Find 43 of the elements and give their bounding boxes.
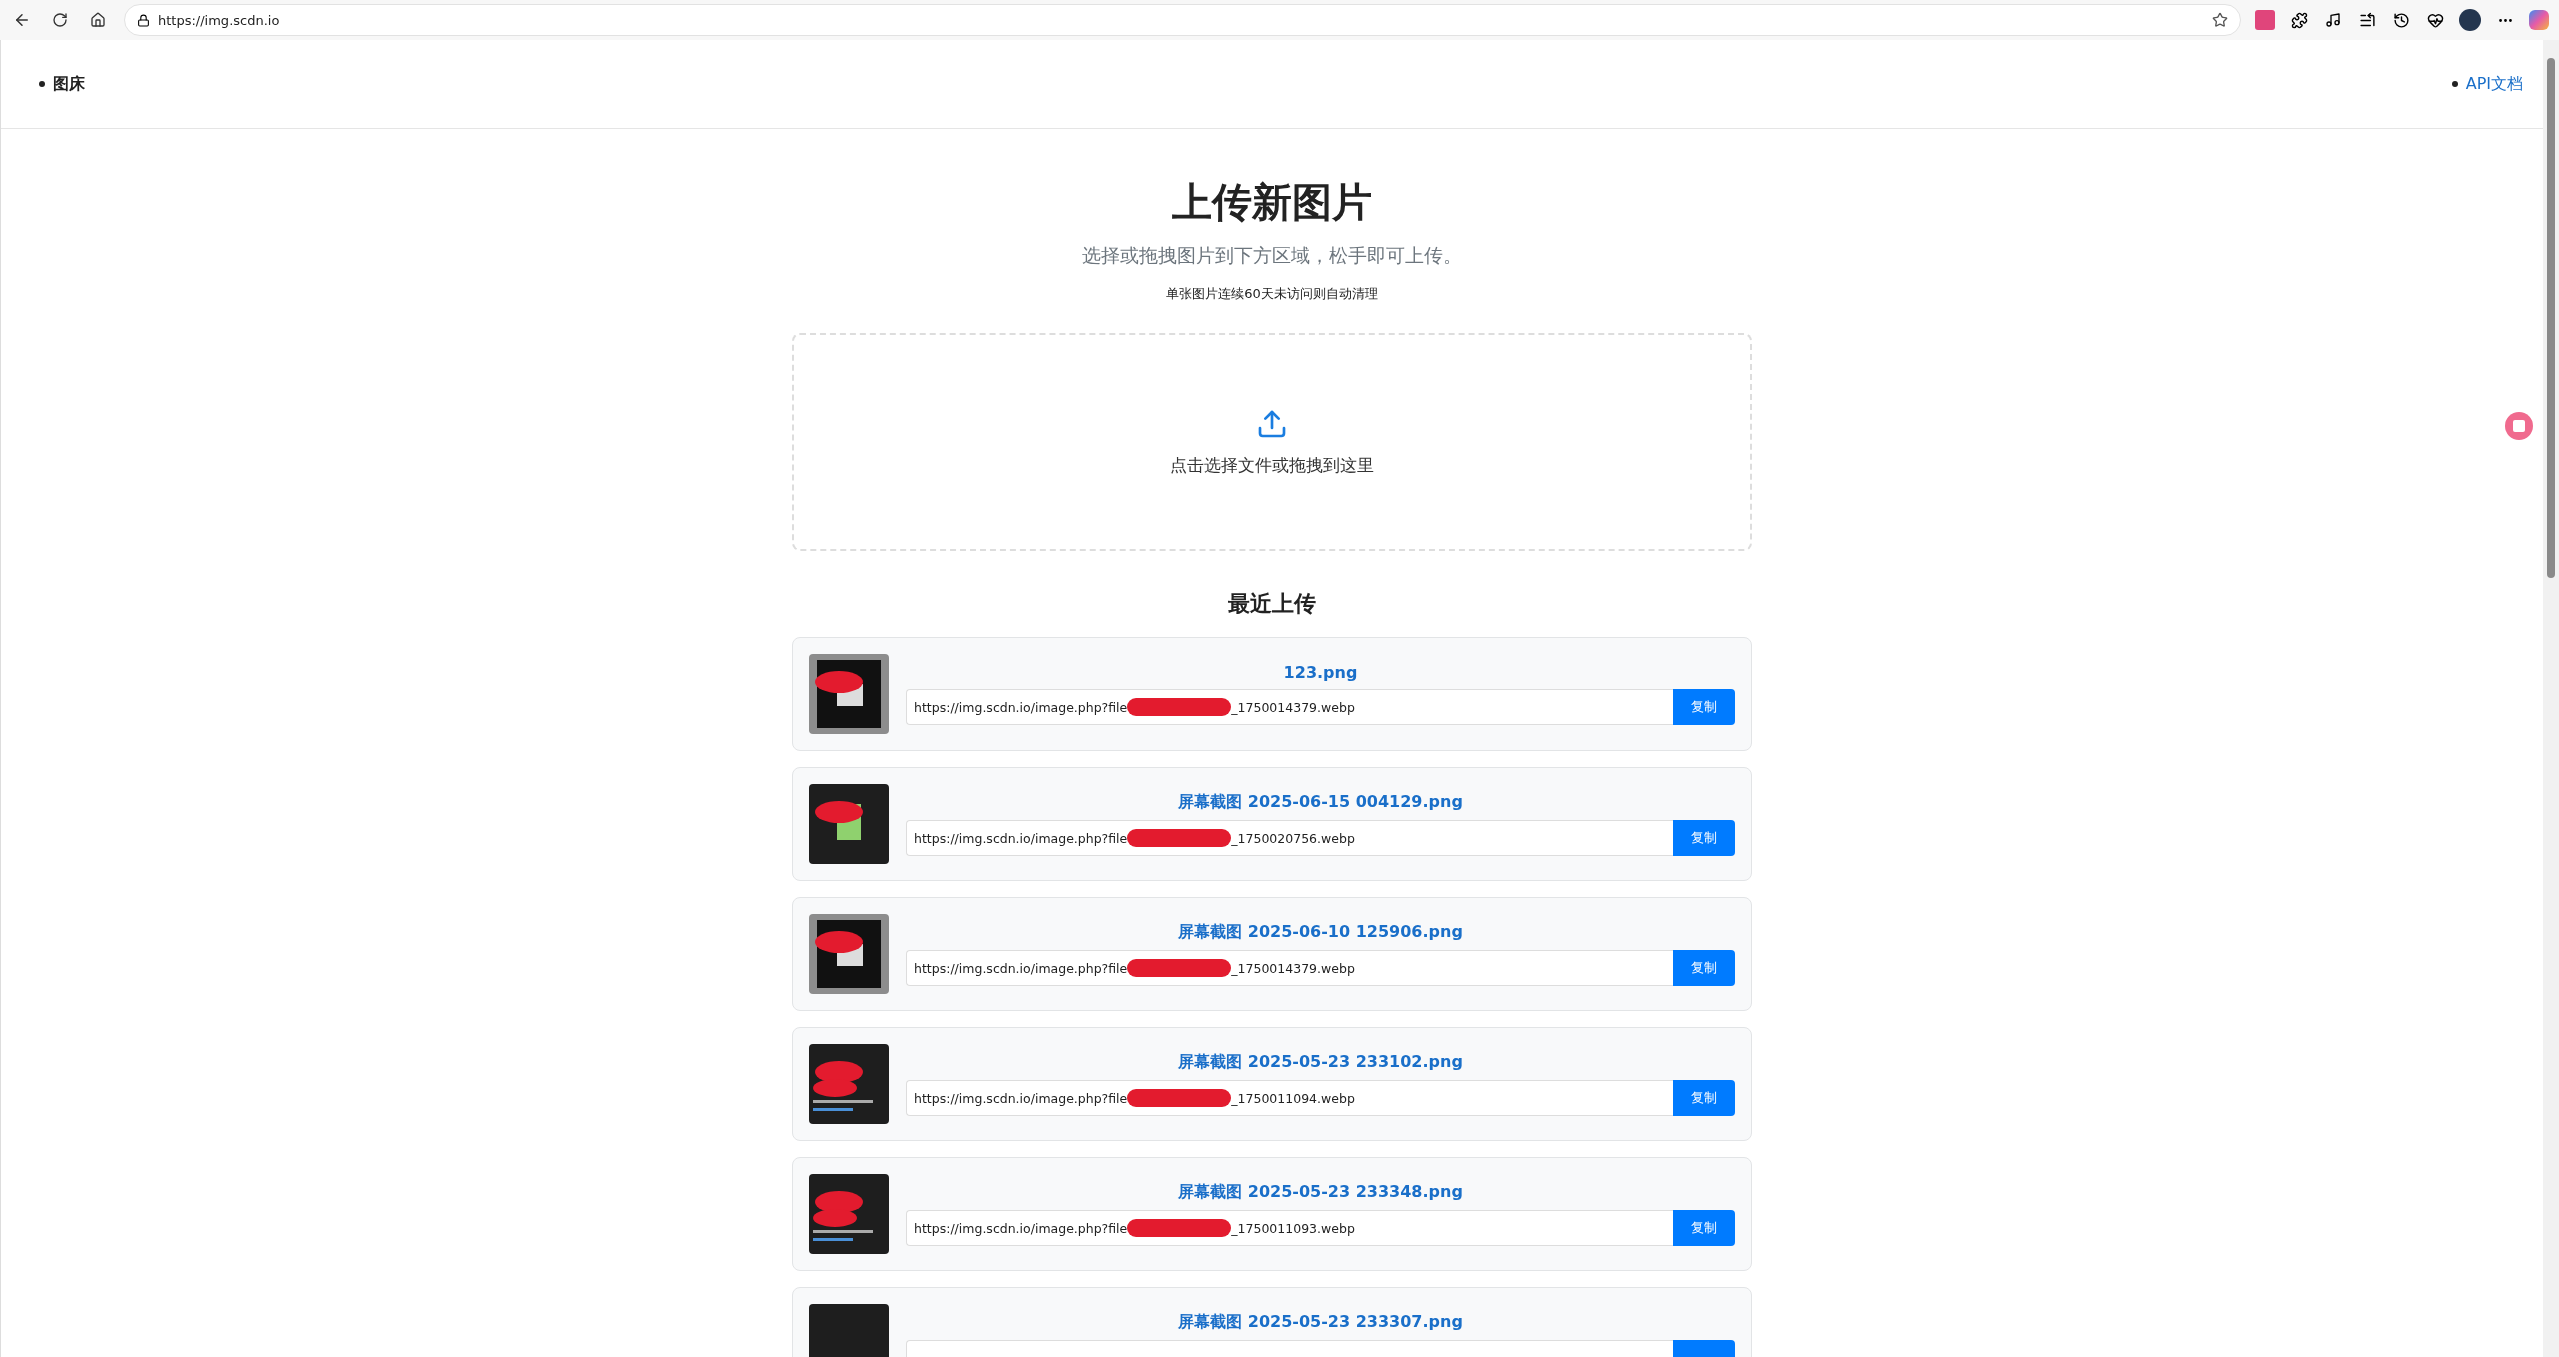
file-name-link[interactable]: 屏幕截图 2025-05-23 233348.png — [1178, 1182, 1463, 1203]
star-icon[interactable] — [2212, 12, 2228, 28]
scrollbar-thumb[interactable] — [2547, 58, 2555, 578]
avatar-icon[interactable] — [2459, 9, 2481, 31]
url-text: _1750011094.webp — [1231, 1090, 1355, 1106]
extensions-icon[interactable] — [2289, 10, 2309, 30]
url-text: _1750014379.webp — [1231, 960, 1355, 976]
nav-item[interactable]: 图床 — [53, 73, 85, 95]
url-field[interactable]: https://img.scdn.io/image.php?file _1750020756.webp — [906, 820, 1673, 856]
copy-button[interactable]: 复制 — [1673, 820, 1735, 856]
file-name-link[interactable]: 屏幕截图 2025-06-10 125906.png — [1178, 922, 1463, 943]
url-text: _1750014379.webp — [1231, 699, 1355, 715]
api-docs-link[interactable]: API文档 — [2465, 73, 2523, 95]
url-text: https://img.scdn.io/image.php?file — [914, 1220, 1128, 1236]
url-field[interactable]: https://img.scdn.io/image.php?file _1750011094.webp — [906, 1080, 1673, 1116]
file-name-link[interactable]: 屏幕截图 2025-05-23 233102.png — [1178, 1052, 1463, 1073]
url-field[interactable]: https://img.scdn.io/image.php?file _1750014379.webp — [906, 689, 1673, 725]
file-name-link[interactable]: 屏幕截图 2025-06-15 004129.png — [1178, 792, 1463, 813]
copy-button[interactable]: 复制 — [1673, 1210, 1735, 1246]
file-name-link[interactable]: 屏幕截图 2025-05-23 233307.png — [1178, 1312, 1463, 1333]
upload-dropzone[interactable]: 点击选择文件或拖拽到这里 — [792, 333, 1752, 551]
url-field[interactable]: https://img.scdn.io/image.php?file _1750014379.webp — [906, 950, 1673, 986]
url-text: https://img.scdn.io/image.php?file — [914, 1090, 1128, 1106]
url-text: _1750011093.webp — [1231, 1220, 1355, 1236]
url-text: _1750020756.webp — [1231, 830, 1355, 846]
url-field[interactable]: https://img.scdn.io/image.php?file _1750011093.webp — [906, 1210, 1673, 1246]
copy-button[interactable]: 复制 — [1673, 689, 1735, 725]
dropzone-label: 点击选择文件或拖拽到这里 — [1170, 453, 1374, 477]
url-text: https://img.scdn.io/image.php?file — [914, 830, 1128, 846]
url-text: https://img.scdn.io/image.php?file — [914, 699, 1128, 715]
section-title: 最近上传 — [1228, 590, 1316, 618]
cleanup-note: 单张图片连续60天未访问则自动清理 — [1166, 285, 1378, 303]
copy-button[interactable]: 复制 — [1673, 950, 1735, 986]
subtitle: 选择或拖拽图片到下方区域，松手即可上传。 — [1082, 243, 1462, 268]
history-icon[interactable] — [2391, 10, 2411, 30]
file-name-link[interactable]: 123.png — [1283, 663, 1358, 682]
page-title: 上传新图片 — [1172, 178, 1372, 227]
music-icon[interactable] — [2323, 10, 2343, 30]
url-text: https://img.scdn.io/image.php?file — [914, 960, 1128, 976]
url-text: https://img.scdn.io — [158, 12, 281, 28]
lock-icon — [137, 13, 150, 27]
copy-button[interactable]: 复制 — [1673, 1080, 1735, 1116]
address-bar[interactable]: https://img.scdn.io — [124, 4, 2241, 36]
